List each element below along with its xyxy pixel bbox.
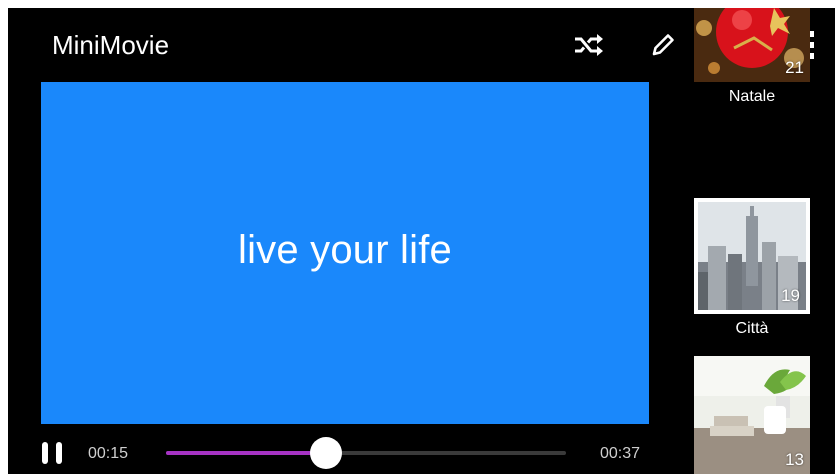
video-preview[interactable]: live your life: [41, 82, 649, 424]
seek-bar[interactable]: [166, 437, 566, 469]
photo-count: 13: [785, 450, 804, 469]
photo-count: 19: [781, 286, 800, 305]
current-time: 00:15: [88, 445, 129, 462]
total-time: 00:37: [600, 445, 641, 462]
seek-thumb[interactable]: [310, 437, 342, 469]
pencil-icon[interactable]: [644, 26, 682, 64]
app-window: MiniMovie live your life 00:15 00:37 21 …: [8, 8, 835, 474]
app-title: MiniMovie: [52, 30, 170, 60]
pause-icon: [42, 442, 48, 464]
album-label: Natale: [728, 88, 776, 105]
video-overlay-text: live your life: [238, 228, 452, 272]
pause-button[interactable]: [40, 442, 70, 464]
photo-count: 21: [785, 58, 804, 77]
album-label: Città: [735, 320, 769, 337]
seek-progress: [166, 451, 326, 455]
playback-controls: 00:15 00:37: [8, 428, 688, 474]
album-thumbnail: 19: [694, 198, 810, 314]
shuffle-icon[interactable]: [569, 26, 607, 64]
album-thumbnail: 13: [694, 356, 810, 474]
album-thumbnail: 21: [694, 8, 810, 82]
